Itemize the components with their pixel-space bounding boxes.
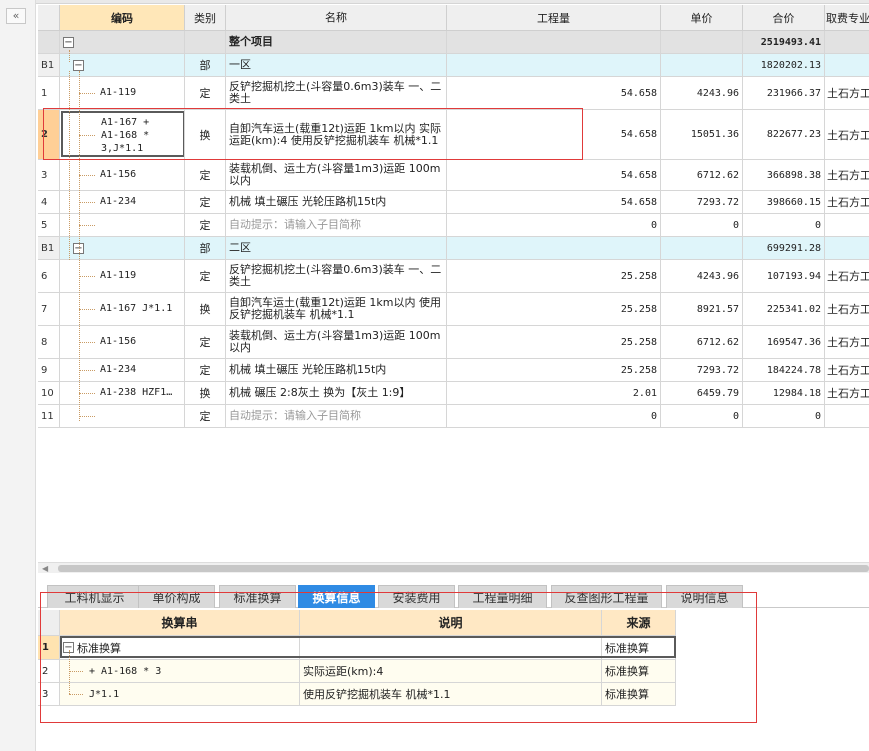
detail-tabs: 工料机显示 单价构成 标准换算 换算信息 安装费用 工程量明细 反查图形工程量 … — [38, 584, 869, 608]
tree-line — [69, 50, 70, 62]
name-hint[interactable]: 自动提示：请输入子目简称 — [226, 405, 447, 428]
subgrid-row-selected[interactable]: 1 − 标准换算 标准换算 — [38, 636, 676, 660]
header-code[interactable]: 编码 — [60, 5, 185, 31]
tab-labor-material[interactable]: 工料机显示 — [47, 585, 142, 608]
scroll-left-icon[interactable]: ◀ — [42, 564, 48, 573]
project-total: 2519493.41 — [743, 31, 825, 54]
table-row[interactable]: 3 A1-156 定 装载机倒、运土方(斗容量1m3)运距 100m以内 54.… — [38, 160, 869, 191]
tab-standard-conversion[interactable]: 标准换算 — [219, 585, 296, 608]
collapse-panel-button[interactable]: « — [6, 8, 26, 24]
tab-unit-price[interactable]: 单价构成 — [138, 585, 215, 608]
table-row[interactable]: 8 A1-156 定 装载机倒、运土方(斗容量1m3)运距 100m以内 25.… — [38, 326, 869, 359]
subgrid-header: 换算串 说明 来源 — [38, 610, 676, 636]
item-code: A1-119 — [100, 87, 137, 98]
tree-line — [79, 71, 80, 421]
tab-graphic-quantity[interactable]: 反查图形工程量 — [551, 585, 662, 608]
left-rail: « — [0, 0, 36, 751]
section-row[interactable]: B1 − 部 一区 1820202.13 — [38, 54, 869, 77]
header-fee[interactable]: 取费专业 — [825, 5, 869, 31]
header-description[interactable]: 说明 — [300, 610, 602, 636]
section-row[interactable]: B1 − 部 二区 699291.28 — [38, 237, 869, 260]
table-row-placeholder[interactable]: 5 定 自动提示：请输入子目简称 0 0 0 — [38, 214, 869, 237]
horizontal-scrollbar[interactable]: ◀ — [38, 562, 869, 573]
table-row[interactable]: 7 A1-167 J*1.1 换 自卸汽车运土(载重12t)运距 1km以内 使… — [38, 293, 869, 326]
header-qty[interactable]: 工程量 — [447, 5, 661, 31]
table-row[interactable]: 6 A1-119 定 反铲挖掘机挖土(斗容量0.6m3)装车 一、二类土 25.… — [38, 260, 869, 293]
header-total[interactable]: 合价 — [743, 5, 825, 31]
conversion-grid: 换算串 说明 来源 1 − 标准换算 标准换算 2 + A1-168 * 3 实… — [38, 610, 676, 706]
header-price[interactable]: 单价 — [661, 5, 743, 31]
table-row-placeholder[interactable]: 11 定 自动提示：请输入子目简称 0 0 0 — [38, 405, 869, 428]
top-tab-strip — [36, 0, 869, 4]
name-hint[interactable]: 自动提示：请输入子目简称 — [226, 214, 447, 237]
table-row[interactable]: 10 A1-238 HZF1… 换 机械 碾压 2:8灰土 换为【灰土 1:9】… — [38, 382, 869, 405]
section-total: 1820202.13 — [743, 54, 825, 77]
section-total: 699291.28 — [743, 237, 825, 260]
tab-quantity-detail[interactable]: 工程量明细 — [458, 585, 547, 608]
header-index — [38, 5, 60, 31]
section-name: 一区 — [226, 54, 447, 77]
project-name: 整个项目 — [226, 31, 447, 54]
subgrid-row[interactable]: 3 J*1.1 使用反铲挖掘机装车 机械*1.1 标准换算 — [38, 683, 676, 706]
table-row-selected[interactable]: 2 A1-167 + A1-168 * 3,J*1.1 换 自卸汽车运土(载重1… — [38, 110, 869, 160]
header-source[interactable]: 来源 — [602, 610, 676, 636]
header-name[interactable]: 名称 — [226, 5, 447, 31]
item-name[interactable]: 反铲挖掘机挖土(斗容量0.6m3)装车 一、二类土 — [226, 77, 447, 110]
quota-grid: 编码 类别 名称 工程量 单价 合价 取费专业 − 整个项目 2519493.4… — [38, 5, 869, 560]
collapse-toggle-icon[interactable]: − — [73, 59, 84, 71]
scrollbar-thumb[interactable] — [58, 565, 869, 572]
table-row[interactable]: 9 A1-234 定 机械 填土碾压 光轮压路机15t内 25.258 7293… — [38, 359, 869, 382]
header-conversion-string[interactable]: 换算串 — [60, 610, 300, 636]
tree-line — [69, 71, 70, 260]
project-total-row[interactable]: − 整个项目 2519493.41 — [38, 31, 869, 54]
header-type[interactable]: 类别 — [185, 5, 226, 31]
tab-description[interactable]: 说明信息 — [666, 585, 743, 608]
item-name[interactable]: 自卸汽车运土(载重12t)运距 1km以内 实际运距(km):4 使用反铲挖掘机… — [226, 110, 447, 160]
table-row[interactable]: 1 A1-119 定 反铲挖掘机挖土(斗容量0.6m3)装车 一、二类土 54.… — [38, 77, 869, 110]
collapse-toggle-icon[interactable]: − — [63, 36, 74, 48]
grid-header: 编码 类别 名称 工程量 单价 合价 取费专业 — [38, 5, 869, 31]
section-name: 二区 — [226, 237, 447, 260]
tab-conversion-info[interactable]: 换算信息 — [298, 585, 375, 608]
table-row[interactable]: 4 A1-234 定 机械 填土碾压 光轮压路机15t内 54.658 7293… — [38, 191, 869, 214]
tab-install-fee[interactable]: 安装费用 — [378, 585, 455, 608]
subgrid-row[interactable]: 2 + A1-168 * 3 实际运距(km):4 标准换算 — [38, 660, 676, 683]
